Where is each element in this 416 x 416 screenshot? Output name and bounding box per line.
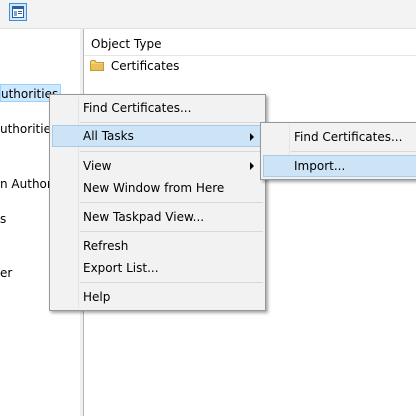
menu-item-find-certificates[interactable]: Find Certificates...: [52, 97, 263, 119]
menu-item-label: All Tasks: [83, 129, 134, 143]
menu-item-all-tasks[interactable]: All Tasks: [52, 125, 263, 147]
menu-item-view[interactable]: View: [52, 155, 263, 177]
menu-separator: [80, 122, 263, 123]
tree-item-certificates[interactable]: s: [0, 210, 6, 228]
submenu-arrow-icon: [250, 162, 254, 170]
menu-item-label: Refresh: [83, 239, 129, 253]
menu-item-label: New Window from Here: [83, 181, 225, 195]
menu-item-new-taskpad-view[interactable]: New Taskpad View...: [52, 206, 263, 228]
submenu-item-find-certificates[interactable]: Find Certificates...: [263, 126, 416, 148]
tree-item-label: s: [0, 212, 7, 226]
menu-separator: [291, 151, 416, 152]
menu-item-refresh[interactable]: Refresh: [52, 235, 263, 257]
menu-item-label: Find Certificates...: [294, 130, 403, 144]
menu-item-new-window-from-here[interactable]: New Window from Here: [52, 177, 263, 199]
menu-item-label: New Taskpad View...: [83, 210, 205, 224]
menu-item-help[interactable]: Help: [52, 286, 263, 308]
tree-item-label: n Author: [0, 177, 52, 191]
menu-item-export-list[interactable]: Export List...: [52, 257, 263, 279]
menu-item-label: View: [83, 159, 112, 173]
submenu-item-import[interactable]: Import...: [263, 155, 416, 177]
submenu-arrow-icon: [250, 133, 254, 141]
menu-separator: [80, 231, 263, 232]
menu-item-label: Find Certificates...: [83, 101, 192, 115]
tree-item-other[interactable]: er: [0, 264, 12, 282]
tree-item-label: er: [0, 266, 13, 280]
tree-item-certification-authorities[interactable]: n Author: [0, 175, 52, 193]
menu-item-label: Import...: [294, 159, 346, 173]
list-item-certificates[interactable]: Certificates: [90, 57, 179, 75]
list-item-label: Certificates: [110, 59, 180, 73]
menu-separator: [80, 202, 263, 203]
column-header-object-type[interactable]: Object Type: [84, 33, 416, 56]
properties-window-icon[interactable]: [9, 3, 27, 21]
all-tasks-submenu: Find Certificates... Import...: [260, 122, 416, 180]
column-header-label: Object Type: [91, 37, 162, 51]
menu-item-label: Help: [83, 290, 111, 304]
folder-icon: [90, 58, 104, 71]
context-menu: Find Certificates... All Tasks View New …: [49, 94, 266, 311]
menu-item-label: Export List...: [83, 261, 159, 275]
menu-separator: [80, 151, 263, 152]
toolbar: [0, 0, 416, 29]
menu-separator: [80, 282, 263, 283]
